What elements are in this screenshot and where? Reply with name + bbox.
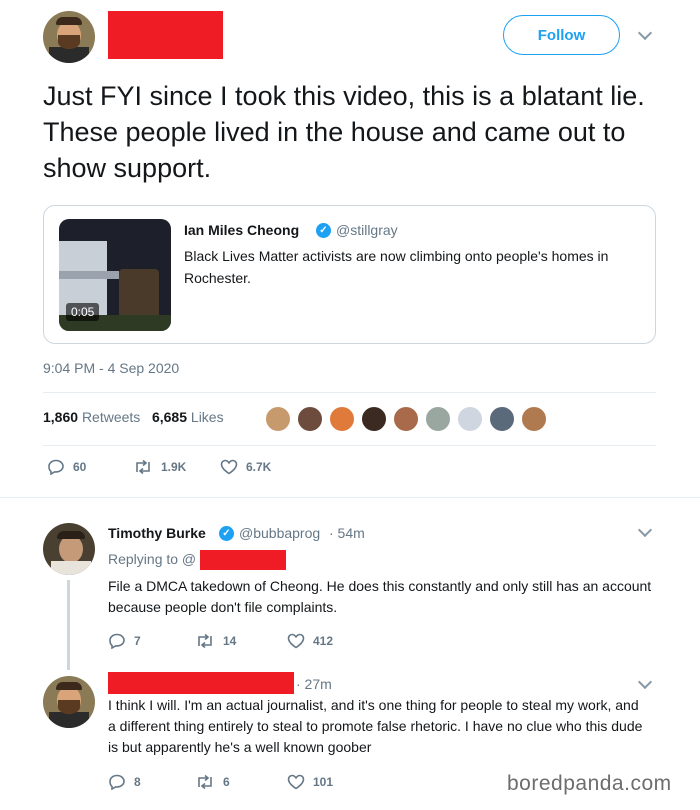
reply-author-name[interactable]: Timothy Burke — [108, 525, 206, 541]
liker-avatar[interactable] — [328, 405, 356, 433]
reply-avatar[interactable] — [43, 523, 95, 575]
likes-label[interactable]: Likes — [191, 409, 224, 425]
author-name-redacted — [108, 11, 223, 59]
reply-icon — [48, 459, 64, 475]
thread-line — [67, 580, 70, 670]
retweet-icon — [136, 459, 150, 475]
verified-icon: ✓ — [316, 223, 331, 238]
retweet-icon — [198, 774, 212, 790]
retweet-button[interactable]: 14 — [195, 633, 236, 649]
video-thumbnail[interactable]: 0:05 — [59, 219, 171, 331]
watermark: boredpanda.com — [507, 772, 672, 795]
author-avatar[interactable] — [43, 11, 95, 63]
video-duration: 0:05 — [66, 303, 100, 321]
reply-button[interactable]: 60 — [47, 459, 86, 475]
liker-avatar[interactable] — [424, 405, 452, 433]
reply-text: I think I will. I'm an actual journalist… — [108, 697, 643, 755]
retweets-label[interactable]: Retweets — [82, 409, 140, 425]
reply-button[interactable]: 7 — [108, 633, 141, 649]
reply-author-handle[interactable]: @bubbaprog — [239, 525, 320, 541]
reply-time[interactable]: · 54m — [329, 525, 365, 541]
divider — [0, 497, 700, 498]
like-button[interactable]: 6.7K — [220, 459, 271, 475]
tweet-text: Just FYI since I took this video, this i… — [43, 81, 645, 183]
like-count: 101 — [313, 775, 334, 789]
replying-to: Replying to @ — [108, 551, 197, 567]
thumbnail-porch — [59, 271, 119, 279]
reply-count: 60 — [73, 460, 87, 474]
liker-avatar[interactable] — [264, 405, 292, 433]
retweet-count: 1.9K — [161, 460, 187, 474]
reply-icon — [109, 774, 125, 790]
divider — [43, 392, 656, 393]
quoted-author-name[interactable]: Ian Miles Cheong — [184, 222, 299, 238]
divider — [43, 445, 656, 446]
like-button[interactable]: 412 — [287, 633, 333, 649]
reply-text: File a DMCA takedown of Cheong. He does … — [108, 578, 652, 615]
like-count: 6.7K — [246, 460, 272, 474]
liker-avatar[interactable] — [520, 405, 548, 433]
likes-count[interactable]: 6,685 — [152, 409, 187, 425]
liker-avatar[interactable] — [392, 405, 420, 433]
liker-avatar[interactable] — [296, 405, 324, 433]
verified-icon: ✓ — [219, 526, 234, 541]
chevron-down-icon[interactable] — [637, 674, 653, 690]
chevron-down-icon[interactable] — [637, 25, 653, 41]
replying-to-redacted — [200, 550, 286, 570]
retweet-button[interactable]: 6 — [195, 774, 230, 790]
retweet-button[interactable]: 1.9K — [133, 459, 186, 475]
reply-button[interactable]: 8 — [108, 774, 141, 790]
retweets-count[interactable]: 1,860 — [43, 409, 78, 425]
reply-avatar[interactable] — [43, 676, 95, 728]
chevron-down-icon[interactable] — [637, 522, 653, 538]
like-icon — [220, 459, 238, 475]
reply-count: 8 — [134, 775, 141, 789]
retweet-count: 6 — [223, 775, 230, 789]
engagement-stats: 1,860 Retweets 6,685 Likes — [43, 409, 224, 425]
retweet-icon — [198, 633, 212, 649]
follow-button[interactable]: Follow — [503, 15, 620, 55]
reply-author-redacted — [108, 672, 294, 694]
reply-count: 7 — [134, 634, 141, 648]
like-icon — [287, 633, 305, 649]
like-button[interactable]: 101 — [287, 774, 333, 790]
liker-avatar[interactable] — [488, 405, 516, 433]
quoted-tweet-card[interactable]: 0:05 Ian Miles Cheong ✓ @stillgray Black… — [43, 205, 656, 344]
liker-avatar[interactable] — [456, 405, 484, 433]
like-count: 412 — [313, 634, 334, 648]
reply-time[interactable]: · 27m — [296, 676, 332, 692]
liker-avatar[interactable] — [360, 405, 388, 433]
retweet-count: 14 — [223, 634, 237, 648]
reply-icon — [109, 633, 125, 649]
quoted-author-handle[interactable]: @stillgray — [336, 222, 398, 238]
quoted-tweet-text: Black Lives Matter activists are now cli… — [184, 248, 609, 286]
like-icon — [287, 774, 305, 790]
tweet-timestamp[interactable]: 9:04 PM - 4 Sep 2020 — [43, 360, 179, 376]
